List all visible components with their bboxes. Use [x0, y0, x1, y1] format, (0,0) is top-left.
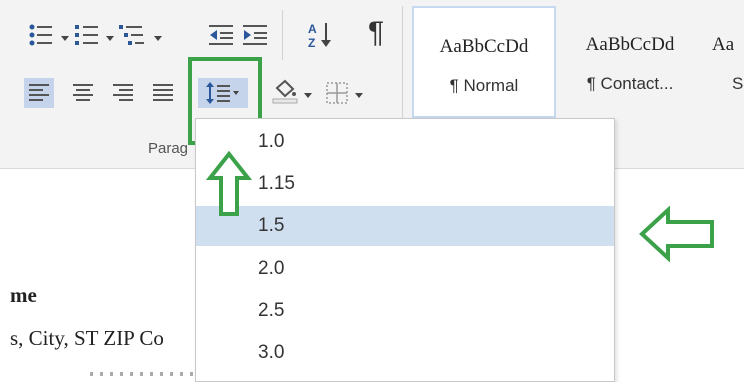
- align-left-button[interactable]: [24, 78, 54, 108]
- line-spacing-option[interactable]: 1.0: [196, 122, 614, 162]
- sort-button[interactable]: A Z: [304, 18, 338, 52]
- shading-dropdown-icon[interactable]: [304, 93, 312, 98]
- align-right-button[interactable]: [108, 78, 138, 108]
- style-sample: AaBbCcDd: [439, 36, 529, 57]
- show-formatting-marks-button[interactable]: ¶: [360, 16, 392, 50]
- align-center-icon: [73, 84, 93, 101]
- annotation-up-arrow-icon: [206, 150, 252, 216]
- numbering-dropdown-icon[interactable]: [106, 36, 114, 41]
- numbering-icon: [75, 25, 98, 45]
- annotation-left-arrow-icon: [639, 206, 714, 262]
- line-spacing-menu: 1.0 1.15 1.5 2.0 2.5 3.0: [195, 118, 615, 382]
- paint-bucket-icon: [272, 79, 298, 104]
- style-sample: AaBbCcDd: [585, 34, 675, 55]
- line-spacing-option-highlighted[interactable]: 1.5: [196, 206, 614, 246]
- line-spacing-option[interactable]: 1.15: [196, 164, 614, 204]
- paragraph-group-label: Parag: [148, 140, 189, 157]
- svg-text:Z: Z: [308, 36, 315, 50]
- multilevel-dropdown-icon[interactable]: [154, 36, 162, 41]
- numbering-button[interactable]: [72, 20, 102, 50]
- bullets-dropdown-icon[interactable]: [61, 36, 69, 41]
- bullets-button[interactable]: [26, 20, 56, 50]
- bullets-icon: [29, 24, 52, 46]
- svg-text:A: A: [308, 22, 317, 36]
- decrease-indent-icon: [209, 25, 233, 45]
- justify-button[interactable]: [148, 78, 178, 108]
- multilevel-list-icon: [119, 25, 144, 45]
- style-contact[interactable]: AaBbCcDd ¶ Contact...: [560, 6, 700, 114]
- style-normal[interactable]: AaBbCcDd ¶ Normal: [412, 6, 556, 118]
- borders-dropdown-icon[interactable]: [355, 93, 363, 98]
- multilevel-list-button[interactable]: [117, 20, 147, 50]
- shading-button[interactable]: [270, 76, 300, 106]
- style-sample: Aa: [712, 34, 735, 55]
- style-partial[interactable]: Aa S: [708, 6, 744, 114]
- style-name: S: [732, 74, 744, 93]
- increase-indent-icon: [243, 25, 267, 45]
- align-center-button[interactable]: [68, 78, 98, 108]
- line-spacing-option[interactable]: 2.5: [196, 291, 614, 331]
- style-name: ¶ Contact...: [586, 74, 674, 93]
- borders-button[interactable]: [322, 78, 352, 108]
- justify-icon: [153, 84, 173, 101]
- decrease-indent-button[interactable]: [206, 20, 236, 50]
- line-spacing-option[interactable]: 2.0: [196, 249, 614, 289]
- increase-indent-button[interactable]: [240, 20, 270, 50]
- document-heading: me: [10, 283, 37, 307]
- sort-icon: A Z: [308, 22, 331, 50]
- document-address-line: s, City, ST ZIP Co: [10, 326, 164, 350]
- borders-icon: [326, 82, 348, 104]
- align-right-icon: [113, 84, 133, 101]
- line-spacing-option[interactable]: 3.0: [196, 333, 614, 373]
- pilcrow-icon: ¶: [367, 16, 385, 49]
- align-left-icon: [29, 84, 49, 101]
- style-name: ¶ Normal: [449, 76, 519, 95]
- ribbon-separator: [282, 10, 283, 60]
